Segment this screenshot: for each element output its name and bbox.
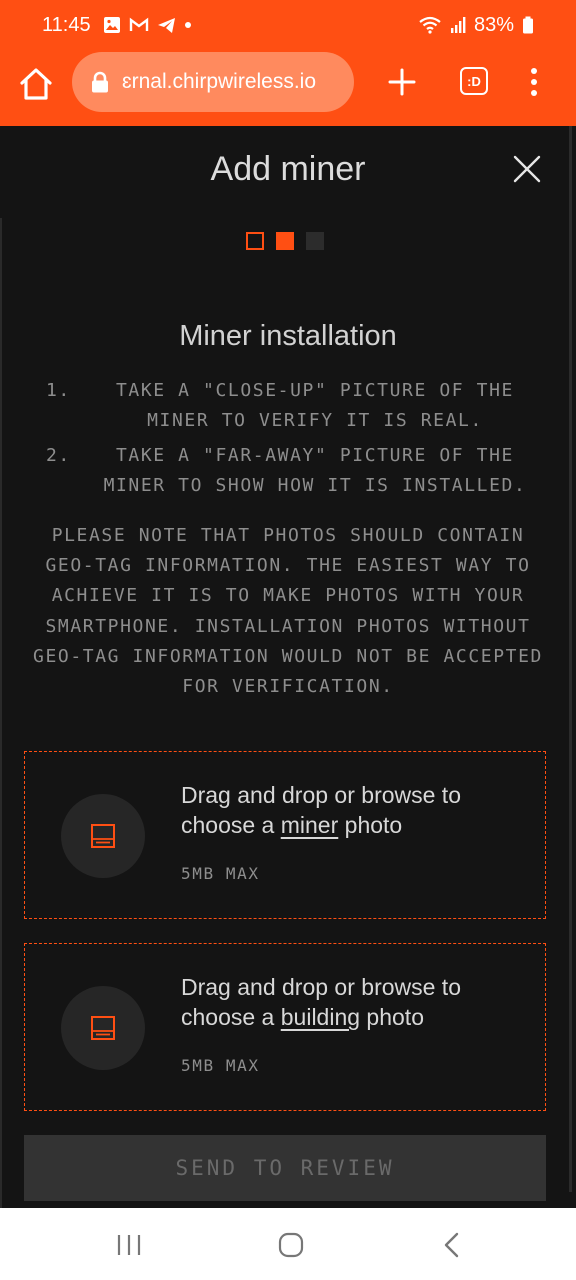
dropzone-suffix: photo — [338, 812, 403, 838]
document-icon — [91, 824, 115, 848]
step-indicator — [246, 232, 324, 250]
status-time: 11:45 — [42, 13, 91, 36]
modal-title: Add miner — [210, 150, 366, 188]
signal-icon — [450, 17, 466, 33]
more-notifications-dot-icon — [184, 22, 191, 28]
file-icon — [61, 794, 145, 878]
new-tab-icon[interactable] — [386, 66, 418, 98]
battery-percentage: 83% — [473, 13, 514, 36]
step-3-indicator — [306, 232, 324, 250]
building-photo-dropzone[interactable]: Drag and drop or browse to choose a buil… — [24, 943, 546, 1111]
section-title: Miner installation — [179, 320, 397, 352]
close-icon[interactable] — [512, 154, 542, 184]
geotag-note: PLEASE NOTE THAT PHOTOS SHOULD CONTAIN G… — [33, 525, 543, 698]
instruction-number: 1. — [46, 380, 71, 401]
system-nav-bar — [0, 1208, 576, 1280]
dropzone-suffix: photo — [360, 1004, 424, 1030]
miner-photo-dropzone[interactable]: Drag and drop or browse to choose a mine… — [24, 751, 546, 919]
add-miner-modal: Add miner Miner installation 1. TAKE A "… — [0, 126, 576, 1208]
status-left: 11:45 — [42, 14, 192, 37]
recent-apps-icon[interactable] — [116, 1234, 142, 1256]
step-1-indicator — [246, 232, 264, 250]
page-scrollbar[interactable] — [569, 126, 572, 1192]
nav-home-icon[interactable] — [278, 1232, 304, 1258]
browse-building-link[interactable]: building — [281, 1004, 360, 1030]
document-icon — [91, 1016, 115, 1040]
dropzone-label: Drag and drop or browse to choose a buil… — [181, 972, 531, 1032]
max-size-label: 5MB MAX — [181, 864, 260, 883]
telegram-notification-icon — [157, 17, 175, 33]
address-url[interactable]: ɛrnal.chirpwireless.io — [122, 70, 316, 94]
send-to-review-button[interactable]: SEND TO REVIEW — [24, 1135, 546, 1201]
page-left-edge — [0, 218, 2, 1208]
address-bar[interactable]: ɛrnal.chirpwireless.io — [72, 52, 354, 112]
status-right: 83% — [418, 14, 534, 37]
status-bar: 11:45 83% — [0, 0, 576, 50]
lock-icon — [92, 71, 108, 93]
wifi-icon — [419, 16, 441, 34]
battery-icon — [523, 16, 533, 34]
dropzone-label: Drag and drop or browse to choose a mine… — [181, 780, 531, 840]
gallery-notification-icon — [103, 17, 120, 33]
browse-miner-link[interactable]: miner — [281, 812, 339, 838]
browser-home-icon[interactable] — [18, 66, 54, 102]
gmail-notification-icon — [129, 17, 148, 31]
instruction-text: TAKE A "CLOSE-UP" PICTURE OF THE MINER T… — [116, 380, 514, 431]
max-size-label: 5MB MAX — [181, 1056, 260, 1075]
file-icon — [61, 986, 145, 1070]
nav-back-icon[interactable] — [442, 1232, 462, 1258]
browser-menu-icon[interactable] — [526, 66, 542, 98]
browser-toolbar: ɛrnal.chirpwireless.io :D — [0, 50, 576, 126]
step-2-indicator — [276, 232, 294, 250]
tab-switcher-button[interactable]: :D — [460, 67, 488, 95]
instruction-number: 2. — [46, 445, 71, 466]
instruction-text: TAKE A "FAR-AWAY" PICTURE OF THE MINER T… — [103, 445, 527, 496]
